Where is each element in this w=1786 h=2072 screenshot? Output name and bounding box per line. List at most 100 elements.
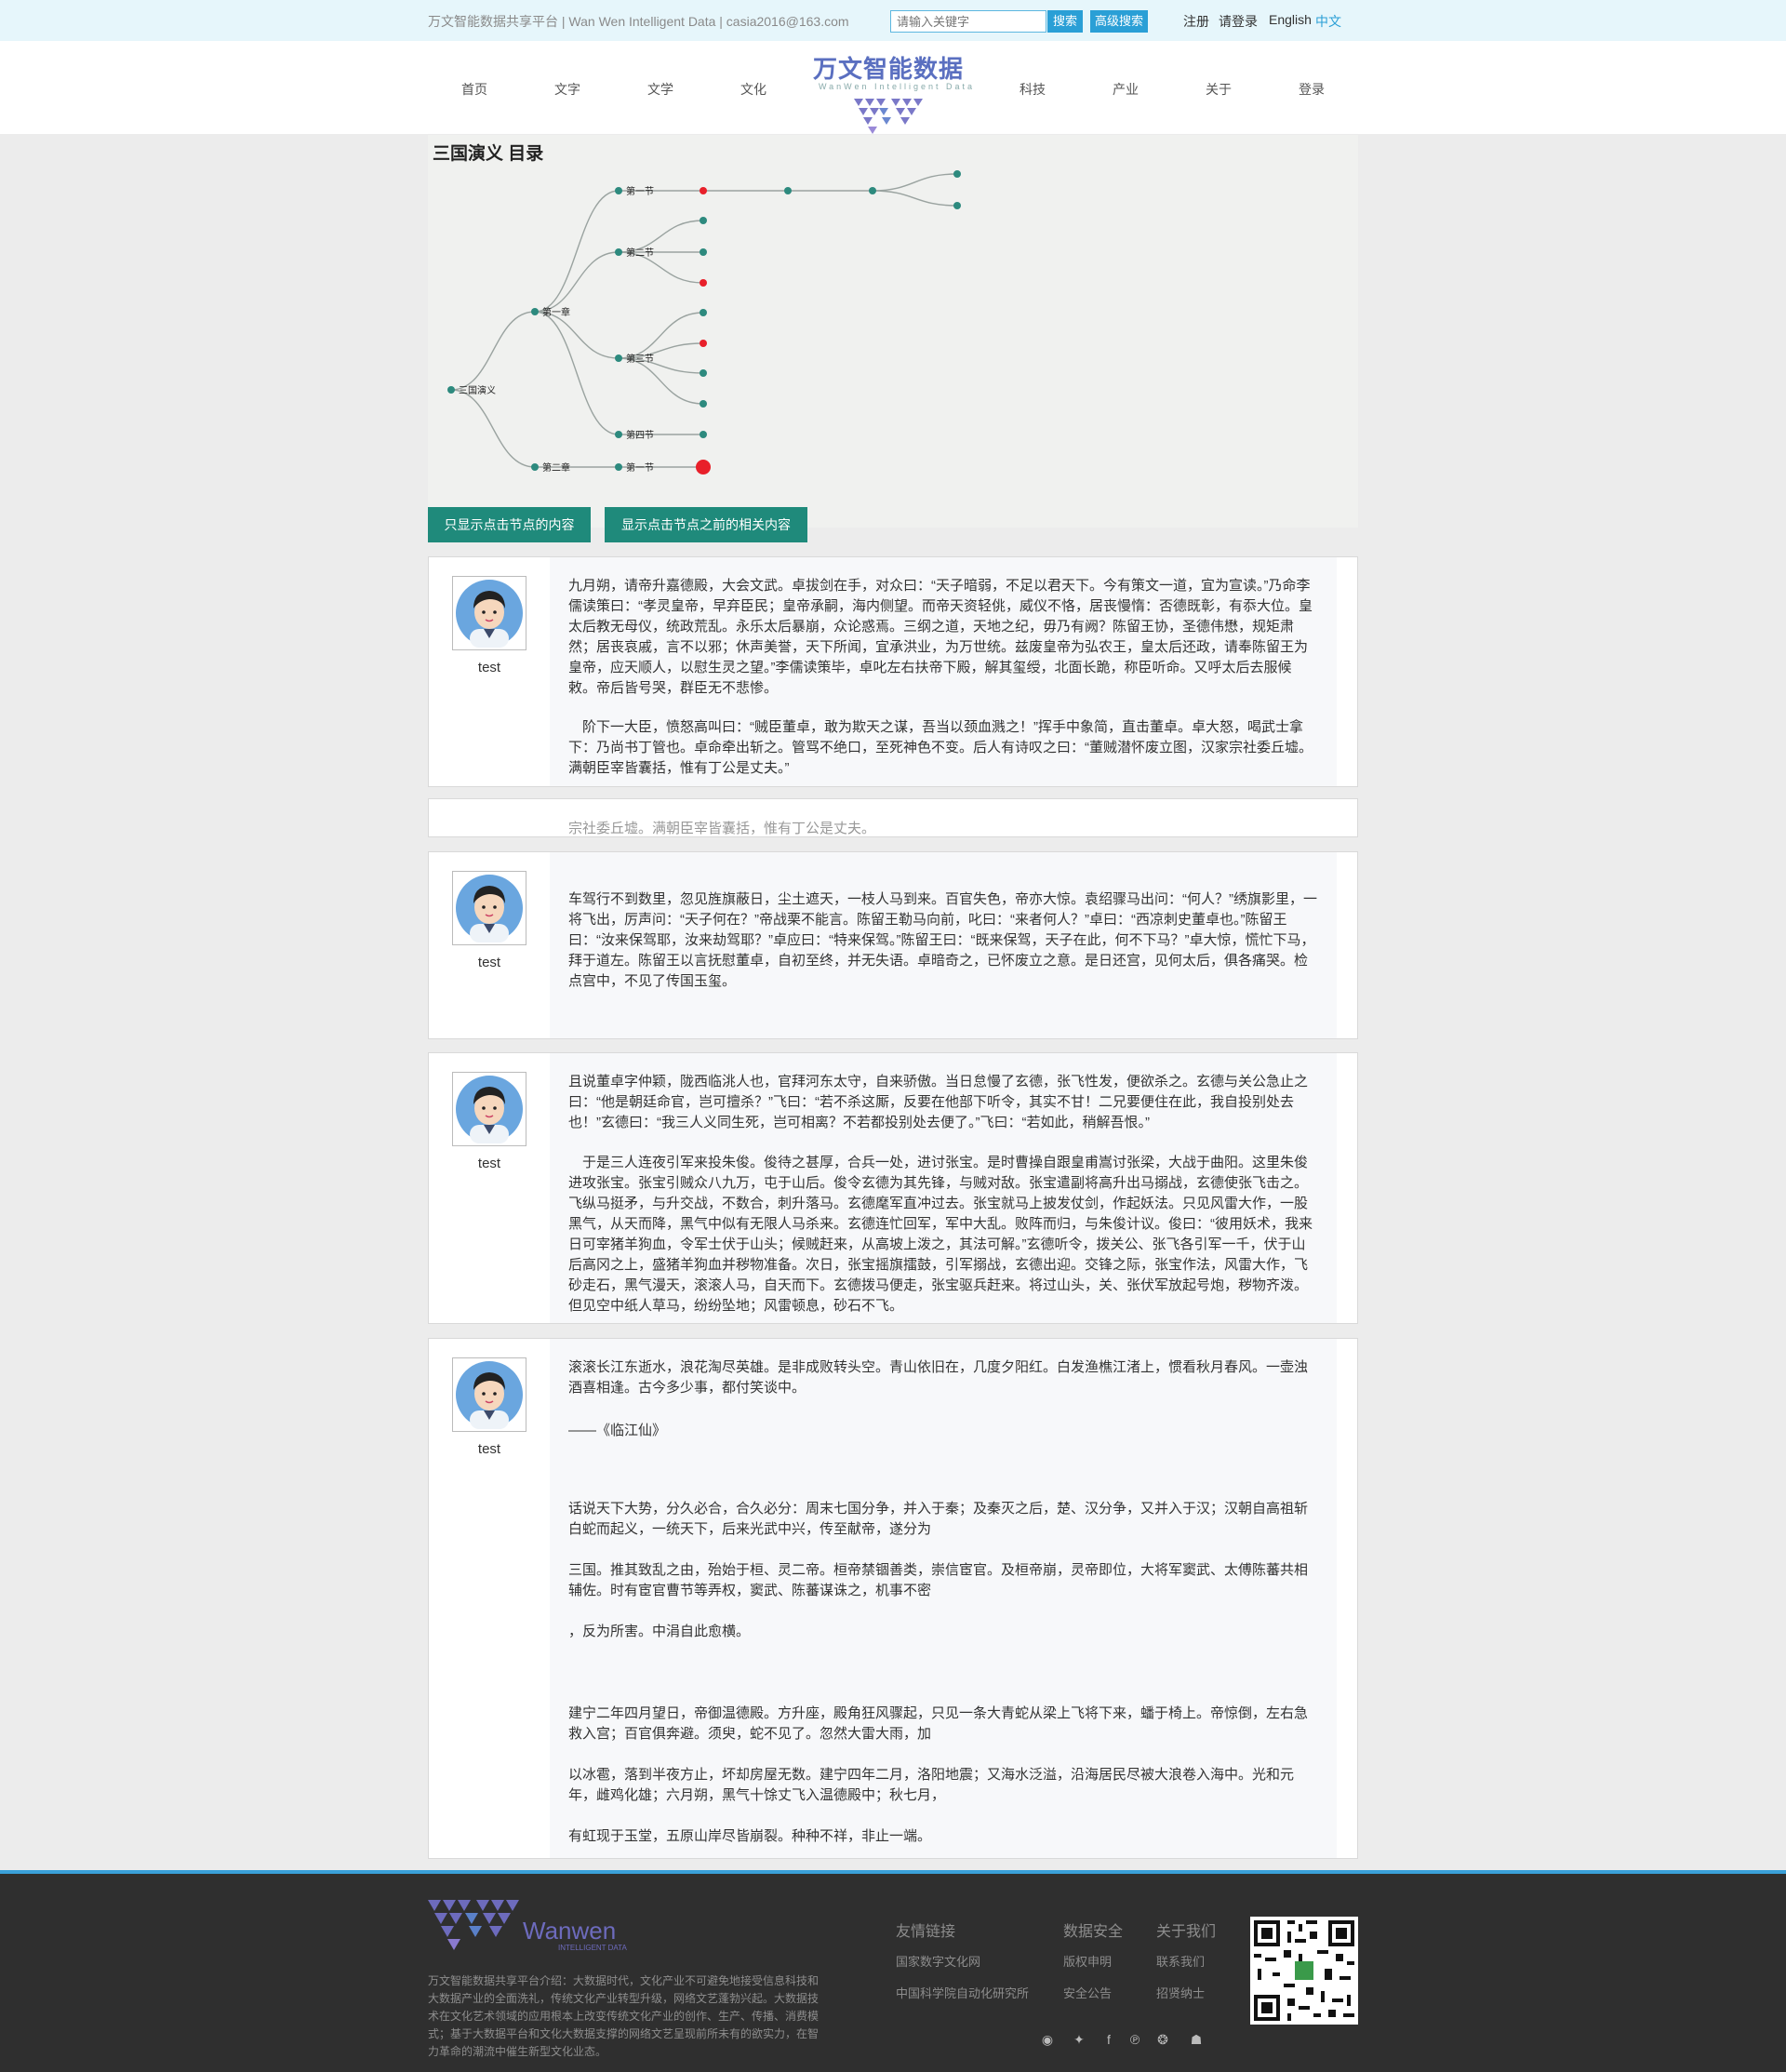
tree-leaf[interactable]	[700, 248, 707, 256]
post-paragraph: 滚滚长江东逝水，浪花淘尽英雄。是非成败转头空。青山依旧在，几度夕阳红。白发渔樵江…	[568, 1359, 1309, 1396]
pinterest-icon[interactable]: ℗	[1126, 2032, 1144, 2047]
post-paragraph: ——《临江仙》	[568, 1423, 667, 1438]
tree-leaf-selected[interactable]	[700, 340, 707, 347]
post-body: 且说董卓字仲颖，陇西临洮人也，官拜河东太守，自来骄傲。当日怠慢了玄德，张飞性发，…	[550, 1053, 1337, 1323]
tree-leaf[interactable]	[700, 400, 707, 408]
nav-text[interactable]: 文字	[530, 80, 605, 99]
author-name[interactable]: test	[429, 660, 550, 675]
site-logo[interactable]: 万文智能数据 WanWen Intelligent Data	[800, 50, 986, 136]
search-button[interactable]: 搜索	[1047, 10, 1083, 33]
nav-literature[interactable]: 文学	[623, 80, 698, 99]
tree-leaf[interactable]	[700, 309, 707, 316]
footer-link[interactable]: 联系我们	[1156, 1952, 1205, 1970]
tree-leaf-selected[interactable]	[700, 279, 707, 287]
avatar[interactable]	[452, 1357, 526, 1432]
tree-node-s4[interactable]	[615, 431, 622, 438]
show-clicked-node-button[interactable]: 只显示点击节点的内容	[428, 507, 591, 542]
login-link[interactable]: 请登录	[1219, 12, 1258, 31]
nav-about[interactable]: 关于	[1181, 80, 1256, 99]
post-card: test 滚滚长江东逝水，浪花淘尽英雄。是非成败转头空。青山依旧在，几度夕阳红。…	[428, 1338, 1358, 1859]
tree-node-s1[interactable]	[615, 187, 622, 194]
tree-label-s2: 第二节	[626, 247, 654, 259]
weibo-icon[interactable]: ❂	[1153, 2032, 1172, 2048]
footer-brand-sub: INTELLIGENT DATA	[558, 1944, 627, 1952]
tree-leaf[interactable]	[700, 431, 707, 438]
post-body: 车驾行不到数里，忽见旌旗蔽日，尘土遮天，一枝人马到来。百官失色，帝亦大惊。袁绍骤…	[550, 852, 1337, 1038]
top-bar: 万文智能数据共享平台 | Wan Wen Intelligent Data | …	[0, 0, 1786, 41]
footer-link[interactable]: 版权申明	[1063, 1952, 1112, 1970]
tree-leaf[interactable]	[700, 369, 707, 377]
author-name[interactable]: test	[429, 1441, 550, 1457]
wechat-icon[interactable]: ◉	[1038, 2032, 1057, 2048]
post-paragraph: 以冰雹，落到半夜方止，坏却房屋无数。建宁四年二月，洛阳地震；又海水泛溢，沿海居民…	[568, 1767, 1295, 1803]
post-card: test 九月朔，请帝升嘉德殿，大会文武。卓拔剑在手，对众曰：“天子暗弱，不足以…	[428, 556, 1358, 787]
avatar[interactable]	[452, 1072, 526, 1146]
tree-node-chapter1[interactable]	[531, 308, 539, 315]
tree-leaf[interactable]	[953, 202, 961, 209]
footer-col-about: 关于我们	[1156, 1924, 1217, 1940]
tree-node-s2[interactable]	[615, 248, 622, 256]
english-link[interactable]: English	[1269, 12, 1312, 27]
register-link[interactable]: 注册	[1183, 12, 1209, 31]
tree-leaf[interactable]	[953, 170, 961, 178]
toc-tree-panel: 三国演义 第一章 第二章 第一节 第二节 第三节 第四节 第一节	[428, 135, 1358, 528]
show-before-node-button[interactable]: 显示点击节点之前的相关内容	[605, 507, 807, 542]
post-paragraph: 于是三人连夜引军来投朱俊。俊待之甚厚，合兵一处，进讨张宝。是时曹操自跟皇甫嵩讨张…	[568, 1155, 1313, 1314]
footer: Wanwen INTELLIGENT DATA 万文智能数据共享平台介绍：大数据…	[0, 1874, 1786, 2072]
chinese-link[interactable]: 中文	[1315, 12, 1341, 31]
post-paragraph: 九月朔，请帝升嘉德殿，大会文武。卓拔剑在手，对众曰：“天子暗弱，不足以君天下。今…	[568, 578, 1313, 696]
tree-label-s1: 第一节	[626, 185, 654, 197]
post-author: test	[429, 852, 550, 1038]
tree-leaf-selected[interactable]	[700, 187, 707, 194]
tree-node-c2s1[interactable]	[615, 463, 622, 471]
nav-technology[interactable]: 科技	[995, 80, 1070, 99]
main-nav: 首页 文字 文学 文化 万文智能数据 WanWen Intelligent Da…	[0, 41, 1786, 134]
post-overflow: 宗社委丘墟。满朝臣宰皆囊括，惟有丁公是丈夫。	[428, 798, 1358, 837]
tree-label-chapter2: 第二章	[542, 461, 570, 474]
page-title: 三国演义 目录	[433, 144, 544, 164]
footer-logo[interactable]: Wanwen INTELLIGENT DATA	[428, 1900, 651, 1965]
tree-leaf[interactable]	[784, 187, 792, 194]
tree-leaf-active[interactable]	[696, 460, 711, 475]
nav-industry[interactable]: 产业	[1088, 80, 1163, 99]
post-overflow-text: 宗社委丘墟。满朝臣宰皆囊括，惟有丁公是丈夫。	[568, 821, 876, 836]
avatar[interactable]	[452, 871, 526, 945]
footer-col-friends: 友情链接	[896, 1924, 956, 1940]
post-paragraph: 且说董卓字仲颖，陇西临洮人也，官拜河东太守，自来骄傲。当日怠慢了玄德，张飞性发，…	[568, 1074, 1309, 1130]
footer-intro: 万文智能数据共享平台介绍：大数据时代，文化产业不可避免地接受信息科技和大数据产业…	[428, 1974, 820, 2058]
tree-label-c2s1: 第一节	[626, 461, 654, 474]
post-paragraph: 三国。推其致乱之由，殆始于桓、灵二帝。桓帝禁锢善类，崇信宦官。及桓帝崩，灵帝即位…	[568, 1562, 1309, 1598]
footer-link[interactable]: 安全公告	[1063, 1984, 1112, 2001]
avatar[interactable]	[452, 576, 526, 650]
tree-label-s3: 第三节	[626, 353, 654, 365]
footer-link[interactable]: 中国科学院自动化研究所	[896, 1984, 1029, 2001]
author-name[interactable]: test	[429, 1156, 550, 1171]
tree-node-root[interactable]	[447, 386, 455, 394]
avatar-icon	[456, 1076, 523, 1143]
post-body: 九月朔，请帝升嘉德殿，大会文武。卓拔剑在手，对众曰：“天子暗弱，不足以君天下。今…	[550, 557, 1337, 786]
avatar-icon	[456, 875, 523, 942]
author-name[interactable]: test	[429, 955, 550, 970]
avatar-icon	[456, 580, 523, 648]
tree-node-chapter2[interactable]	[531, 463, 539, 471]
qq-icon[interactable]: ☗	[1187, 2032, 1206, 2048]
advanced-search-button[interactable]: 高级搜索	[1090, 10, 1148, 33]
tree-leaf[interactable]	[869, 187, 876, 194]
nav-home[interactable]: 首页	[437, 80, 512, 99]
search-input[interactable]	[890, 10, 1046, 33]
nav-login[interactable]: 登录	[1274, 80, 1349, 99]
post-card: test 车驾行不到数里，忽见旌旗蔽日，尘土遮天，一枝人马到来。百官失色，帝亦大…	[428, 851, 1358, 1039]
qr-code	[1250, 1917, 1358, 2025]
footer-link[interactable]: 招贤纳士	[1156, 1984, 1205, 2001]
post-paragraph: 建宁二年四月望日，帝御温德殿。方升座，殿角狂风骤起，只见一条大青蛇从梁上飞将下来…	[568, 1705, 1309, 1742]
nav-culture[interactable]: 文化	[716, 80, 791, 99]
tree-leaf[interactable]	[700, 217, 707, 224]
footer-link[interactable]: 国家数字文化网	[896, 1952, 980, 1970]
post-author: test	[429, 1053, 550, 1323]
post-paragraph: 有虹现于玉堂，五原山岸尽皆崩裂。种种不祥，非止一端。	[568, 1828, 932, 1844]
post-card: test 且说董卓字仲颖，陇西临洮人也，官拜河东太守，自来骄傲。当日怠慢了玄德，…	[428, 1052, 1358, 1324]
twitter-icon[interactable]: ✦	[1070, 2032, 1088, 2048]
tree-label-s4: 第四节	[626, 429, 654, 441]
facebook-icon[interactable]: f	[1100, 2032, 1118, 2047]
tree-node-s3[interactable]	[615, 354, 622, 362]
